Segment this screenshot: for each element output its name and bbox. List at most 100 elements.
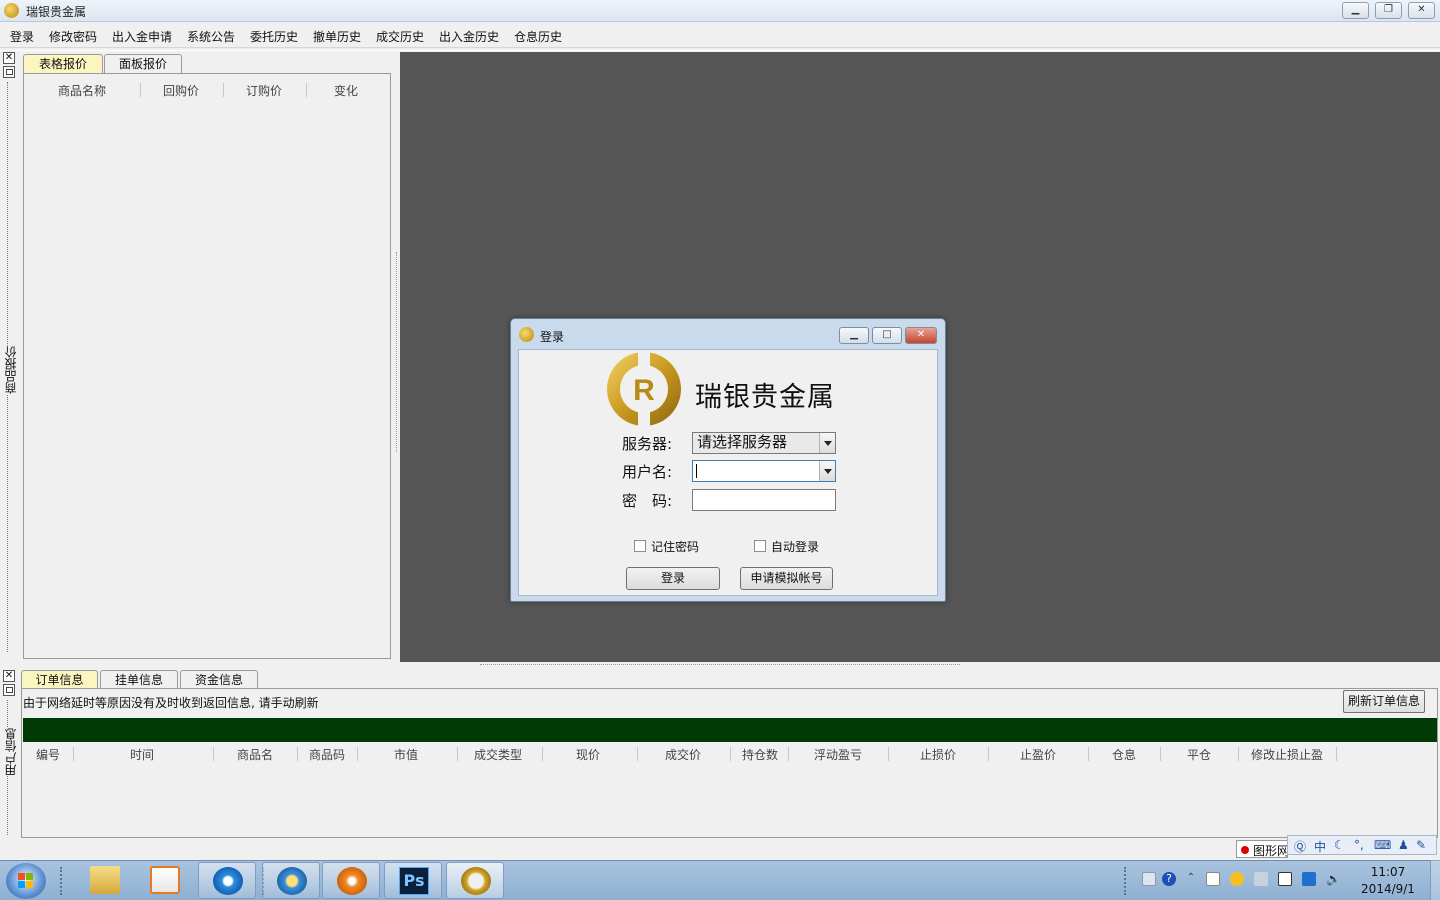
ruiyin-logo-icon xyxy=(461,867,491,895)
order-col-current-price[interactable]: 现价 xyxy=(576,746,600,763)
network-icon[interactable] xyxy=(1278,872,1292,886)
settings-wrench-icon[interactable]: ✎ xyxy=(1416,838,1426,852)
username-combo[interactable] xyxy=(692,460,836,482)
taskbar-app-orange[interactable] xyxy=(322,862,380,899)
menu-deposit-withdraw-request[interactable]: 出入金申请 xyxy=(112,28,172,45)
order-col-time[interactable]: 时间 xyxy=(130,746,154,763)
security-alert-icon[interactable] xyxy=(1206,872,1220,886)
order-col-product-name[interactable]: 商品名 xyxy=(237,746,273,763)
refresh-orders-button[interactable]: 刷新订单信息 xyxy=(1343,690,1425,713)
dialog-minimize-button[interactable]: ▁ xyxy=(839,327,869,344)
dock-close-icon[interactable]: ✕ xyxy=(3,52,15,64)
column-divider xyxy=(297,747,298,761)
password-field[interactable] xyxy=(692,489,836,511)
order-col-stop-loss[interactable]: 止损价 xyxy=(920,746,956,763)
order-col-close[interactable]: 平仓 xyxy=(1187,746,1211,763)
taskbar-app-blue[interactable] xyxy=(262,862,320,899)
order-col-take-profit[interactable]: 止盈价 xyxy=(1020,746,1056,763)
start-button[interactable] xyxy=(6,863,46,899)
apply-demo-account-button[interactable]: 申请模拟帐号 xyxy=(740,567,833,590)
help-icon[interactable]: ? xyxy=(1162,872,1176,886)
order-col-interest[interactable]: 仓息 xyxy=(1112,746,1136,763)
order-col-modify-sl-tp[interactable]: 修改止损止盈 xyxy=(1251,746,1323,763)
menu-announcements[interactable]: 系统公告 xyxy=(187,28,235,45)
app-globe-icon xyxy=(277,867,307,895)
order-col-trade-price[interactable]: 成交价 xyxy=(665,746,701,763)
qq-icon[interactable] xyxy=(1230,872,1244,886)
menu-separator xyxy=(0,47,1440,51)
internet-explorer-icon xyxy=(213,867,243,895)
remember-password-label[interactable]: 记住密码 xyxy=(651,538,699,555)
order-col-market-value[interactable]: 市值 xyxy=(394,746,418,763)
column-divider xyxy=(457,747,458,761)
ime-toolbar[interactable]: Ⓠ 中 ☾ °, ⌨ ♟ ✎ xyxy=(1287,835,1437,855)
dock-label-quotes[interactable]: 商品报价 xyxy=(2,346,18,394)
menu-login[interactable]: 登录 xyxy=(10,28,34,45)
column-divider xyxy=(306,83,307,97)
menu-interest-history[interactable]: 仓息历史 xyxy=(514,28,562,45)
column-product-name[interactable]: 商品名称 xyxy=(58,82,106,99)
taskbar-ie[interactable] xyxy=(198,862,256,899)
user-icon[interactable]: ♟ xyxy=(1398,838,1409,852)
remember-password-checkbox[interactable] xyxy=(634,540,646,552)
column-divider xyxy=(988,747,989,761)
taskbar-photoshop[interactable]: Ps xyxy=(384,862,442,899)
tray-expand-icon[interactable]: ⌃ xyxy=(1184,872,1198,886)
menu-trade-history[interactable]: 成交历史 xyxy=(376,28,424,45)
order-col-floating-pl[interactable]: 浮动盈亏 xyxy=(814,746,862,763)
system-clock[interactable]: 11:07 2014/9/1 xyxy=(1360,864,1416,898)
menu-cancel-history[interactable]: 撤单历史 xyxy=(313,28,361,45)
show-desktop-button[interactable] xyxy=(1430,860,1440,900)
title-bar: 瑞银贵金属 ▁ ❐ ✕ xyxy=(0,0,1440,22)
horizontal-splitter[interactable] xyxy=(0,662,1440,668)
taskbar-ruiyin-app[interactable] xyxy=(446,862,504,899)
chevron-down-icon[interactable] xyxy=(819,461,835,481)
auto-login-label[interactable]: 自动登录 xyxy=(771,538,819,555)
keyboard-icon[interactable]: ⌨ xyxy=(1374,838,1391,852)
ime-mode[interactable]: 中 xyxy=(1314,838,1326,855)
column-order-price[interactable]: 订购价 xyxy=(246,82,282,99)
menu-order-history[interactable]: 委托历史 xyxy=(250,28,298,45)
tab-panel-quote[interactable]: 面板报价 xyxy=(104,54,182,75)
order-col-position[interactable]: 持仓数 xyxy=(742,746,778,763)
chevron-down-icon[interactable] xyxy=(819,433,835,453)
column-change[interactable]: 变化 xyxy=(334,82,358,99)
taskbar-explorer[interactable] xyxy=(76,862,134,899)
half-width-icon[interactable]: ☾ xyxy=(1334,838,1345,852)
column-divider xyxy=(1336,747,1337,761)
volume-icon[interactable]: 🔈 xyxy=(1326,872,1341,886)
network-tool-icon[interactable] xyxy=(1254,872,1268,886)
server-select[interactable]: 请选择服务器 xyxy=(692,432,836,454)
punctuation-icon[interactable]: °, xyxy=(1354,838,1364,852)
shield-icon[interactable] xyxy=(1302,872,1316,886)
left-dock-strip: ✕ 商品报价 xyxy=(0,52,18,660)
clock-date: 2014/9/1 xyxy=(1361,882,1415,896)
ime-logo-icon[interactable]: Ⓠ xyxy=(1294,838,1306,855)
column-divider xyxy=(73,747,74,761)
dialog-close-button[interactable]: ✕ xyxy=(905,327,937,344)
auto-login-checkbox[interactable] xyxy=(754,540,766,552)
dock-label-user-info[interactable]: 用户信息 xyxy=(2,728,18,776)
restore-button[interactable]: ❐ xyxy=(1375,2,1402,19)
dialog-maximize-button[interactable]: □ xyxy=(872,327,902,344)
tray-tooltip: 图形网 xyxy=(1236,840,1288,858)
order-col-product-code[interactable]: 商品码 xyxy=(309,746,345,763)
close-button[interactable]: ✕ xyxy=(1408,2,1435,19)
dock-pin-icon[interactable] xyxy=(3,684,15,696)
column-buyback-price[interactable]: 回购价 xyxy=(163,82,199,99)
menu-change-password[interactable]: 修改密码 xyxy=(49,28,97,45)
menu-bar: 登录 修改密码 出入金申请 系统公告 委托历史 撤单历史 成交历史 出入金历史 … xyxy=(0,23,1440,47)
taskbar-grip[interactable] xyxy=(1124,867,1128,895)
order-col-id[interactable]: 编号 xyxy=(36,746,60,763)
order-col-trade-type[interactable]: 成交类型 xyxy=(474,746,522,763)
keyboard-tray-icon[interactable] xyxy=(1142,872,1156,886)
taskbar-media-player[interactable] xyxy=(136,862,194,899)
dock-close-icon[interactable]: ✕ xyxy=(3,670,15,682)
login-button[interactable]: 登录 xyxy=(626,567,720,590)
login-dialog-titlebar[interactable]: 登录 ▁ □ ✕ xyxy=(511,319,945,349)
taskbar-grip[interactable] xyxy=(60,867,64,895)
menu-funds-history[interactable]: 出入金历史 xyxy=(439,28,499,45)
minimize-button[interactable]: ▁ xyxy=(1342,2,1369,19)
tab-table-quote[interactable]: 表格报价 xyxy=(23,54,103,75)
dock-pin-icon[interactable] xyxy=(3,66,15,78)
